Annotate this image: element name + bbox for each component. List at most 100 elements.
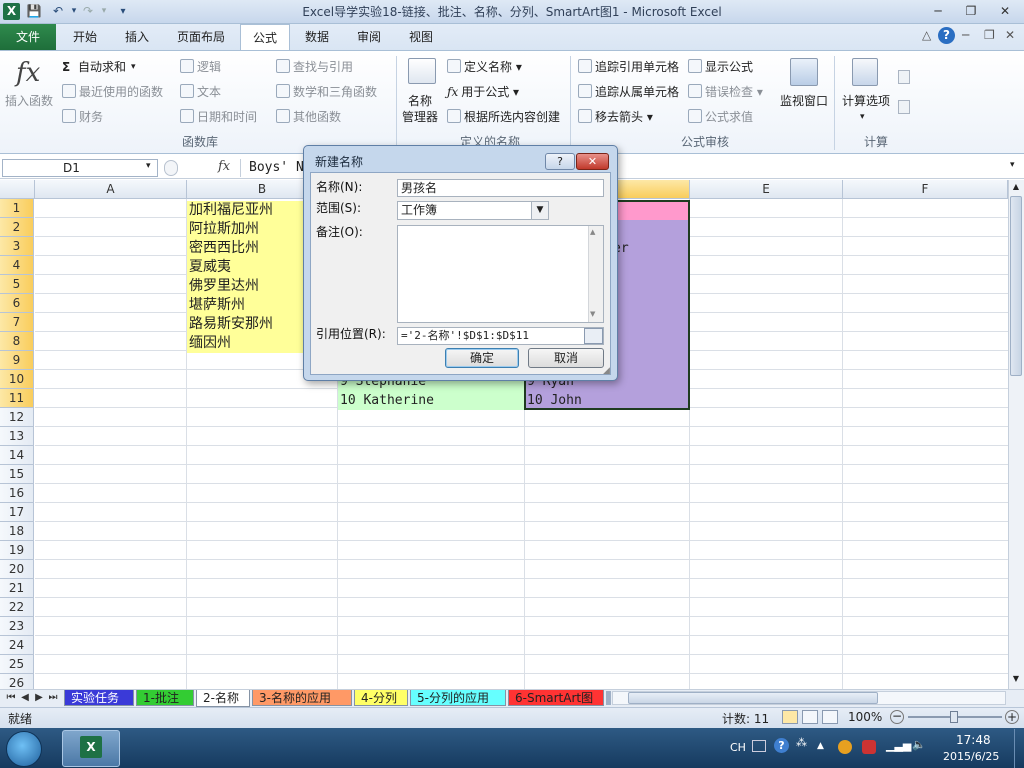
row-header-12[interactable]: 12 — [0, 408, 34, 427]
tab-formulas[interactable]: 公式 — [240, 24, 290, 50]
minimize-button[interactable]: ─ — [925, 2, 951, 21]
zoom-in-icon[interactable]: + — [1005, 710, 1019, 724]
tab-file[interactable]: 文件 — [0, 24, 56, 50]
insert-function-button[interactable]: 插入函数 — [5, 92, 53, 110]
scope-dropdown-icon[interactable]: ▼ — [531, 202, 548, 219]
comment-textarea[interactable] — [397, 225, 604, 323]
tab-page-layout[interactable]: 页面布局 — [166, 24, 236, 50]
column-header-a[interactable]: A — [35, 180, 187, 199]
row-header-23[interactable]: 23 — [0, 617, 34, 636]
page-layout-view-icon[interactable] — [802, 710, 818, 724]
row-header-22[interactable]: 22 — [0, 598, 34, 617]
comment-scroll-up-icon[interactable]: ▲ — [590, 228, 595, 236]
row-header-1[interactable]: 1 — [0, 199, 34, 218]
calculation-options-button[interactable]: 计算选项 — [842, 92, 890, 110]
clock-date[interactable]: 2015/6/25 — [943, 750, 999, 763]
column-header-e[interactable]: E — [690, 180, 843, 199]
row-header-13[interactable]: 13 — [0, 427, 34, 446]
scroll-up-icon[interactable]: ▲ — [1009, 182, 1023, 192]
volume-icon[interactable]: 🔈 — [912, 738, 926, 751]
calc-sheet-icon[interactable] — [898, 100, 910, 114]
zoom-level[interactable]: 100% — [848, 710, 882, 724]
restore-button[interactable]: ❐ — [958, 2, 984, 21]
vertical-scroll-thumb[interactable] — [1010, 196, 1022, 376]
sheet-tab-6[interactable]: 5-分列的应用 — [410, 690, 506, 706]
comment-scroll-down-icon[interactable]: ▼ — [590, 310, 595, 318]
row-header-17[interactable]: 17 — [0, 503, 34, 522]
first-sheet-icon[interactable]: ⏮ — [4, 691, 18, 705]
sheet-tab-2[interactable]: 1-批注 — [136, 690, 194, 706]
column-header-f[interactable]: F — [843, 180, 1008, 199]
text-functions-button[interactable]: 文本 — [197, 85, 221, 99]
ime-help-icon[interactable]: ? — [774, 738, 789, 753]
cancel-button[interactable]: 取消 — [528, 348, 604, 368]
sheet-tab-1[interactable]: 实验任务 — [64, 690, 134, 706]
show-hidden-icons[interactable]: ▲ — [817, 741, 824, 751]
row-header-7[interactable]: 7 — [0, 313, 34, 332]
show-formulas-button[interactable]: 显示公式 — [705, 60, 753, 74]
row-header-10[interactable]: 10 — [0, 370, 34, 389]
scroll-down-icon[interactable]: ▼ — [1009, 674, 1023, 686]
ref-input[interactable]: ='2-名称'!$D$1:$D$11 — [397, 327, 604, 345]
tray-alert-icon[interactable] — [862, 740, 876, 754]
sheet-tab-3[interactable]: 2-名称 — [196, 690, 250, 707]
clock-time[interactable]: 17:48 — [956, 733, 991, 747]
resize-grip-icon[interactable]: ◢ — [603, 366, 610, 376]
doc-close-icon[interactable]: ✕ — [1005, 28, 1015, 42]
remove-arrows-button[interactable]: 移去箭头 — [595, 110, 643, 124]
row-header-11[interactable]: 11 — [0, 389, 34, 408]
cell-c11[interactable]: 10 Katherine — [338, 391, 524, 410]
name-manager-label-2[interactable]: 管理器 — [402, 108, 438, 126]
zoom-out-icon[interactable]: − — [890, 710, 904, 724]
row-header-6[interactable]: 6 — [0, 294, 34, 313]
ok-button[interactable]: 确定 — [445, 348, 519, 368]
trace-precedents-button[interactable]: 追踪引用单元格 — [595, 60, 679, 74]
row-header-15[interactable]: 15 — [0, 465, 34, 484]
dialog-help-button[interactable]: ? — [545, 153, 575, 170]
create-from-selection-button[interactable]: 根据所选内容创建 — [464, 110, 560, 124]
row-header-14[interactable]: 14 — [0, 446, 34, 465]
autosum-button[interactable]: 自动求和 — [78, 58, 126, 76]
dialog-close-button[interactable]: ✕ — [576, 153, 609, 170]
tab-split-handle[interactable] — [606, 691, 611, 705]
name-input[interactable]: 男孩名 — [397, 179, 604, 197]
row-header-3[interactable]: 3 — [0, 237, 34, 256]
last-sheet-icon[interactable]: ⏭ — [46, 691, 60, 705]
row-header-5[interactable]: 5 — [0, 275, 34, 294]
start-button-icon[interactable] — [6, 731, 42, 767]
ime-indicator[interactable]: CH — [730, 741, 746, 754]
sheet-tab-7[interactable]: 6-SmartArt图 — [508, 690, 604, 706]
show-desktop-button[interactable] — [1014, 729, 1024, 768]
define-name-button[interactable]: 定义名称 — [464, 60, 512, 74]
row-header-9[interactable]: 9 — [0, 351, 34, 370]
tab-home[interactable]: 开始 — [62, 24, 108, 50]
trace-dependents-button[interactable]: 追踪从属单元格 — [595, 85, 679, 99]
row-header-25[interactable]: 25 — [0, 655, 34, 674]
evaluate-formula-button[interactable]: 公式求值 — [705, 110, 753, 124]
use-in-formula-button[interactable]: 用于公式 — [461, 85, 509, 99]
tab-view[interactable]: 视图 — [398, 24, 444, 50]
logical-button[interactable]: 逻辑 — [197, 60, 221, 74]
network-icon[interactable]: ▁▃▅ — [886, 739, 911, 752]
comment-scrollbar[interactable] — [588, 226, 603, 322]
help-icon[interactable]: ? — [938, 27, 955, 44]
formula-expand-icon[interactable]: ▾ — [1010, 160, 1015, 170]
math-button[interactable]: 数学和三角函数 — [293, 85, 377, 99]
keyboard-icon[interactable] — [752, 740, 766, 752]
tab-review[interactable]: 审阅 — [346, 24, 392, 50]
row-header-4[interactable]: 4 — [0, 256, 34, 275]
row-header-20[interactable]: 20 — [0, 560, 34, 579]
doc-minimize-icon[interactable]: ─ — [962, 28, 969, 42]
sheet-tab-4[interactable]: 3-名称的应用 — [252, 690, 352, 706]
tray-app-icon[interactable] — [838, 740, 852, 754]
prev-sheet-icon[interactable]: ◀ — [18, 691, 32, 705]
scope-select[interactable]: 工作簿 — [397, 201, 549, 220]
tab-data[interactable]: 数据 — [294, 24, 340, 50]
autosum-dropdown-icon[interactable]: ▾ — [131, 58, 136, 76]
horizontal-scroll-thumb[interactable] — [628, 692, 878, 704]
row-header-19[interactable]: 19 — [0, 541, 34, 560]
next-sheet-icon[interactable]: ▶ — [32, 691, 46, 705]
lookup-button[interactable]: 查找与引用 — [293, 60, 353, 74]
name-box-dropdown-icon[interactable]: ▾ — [146, 161, 151, 171]
row-header-8[interactable]: 8 — [0, 332, 34, 351]
